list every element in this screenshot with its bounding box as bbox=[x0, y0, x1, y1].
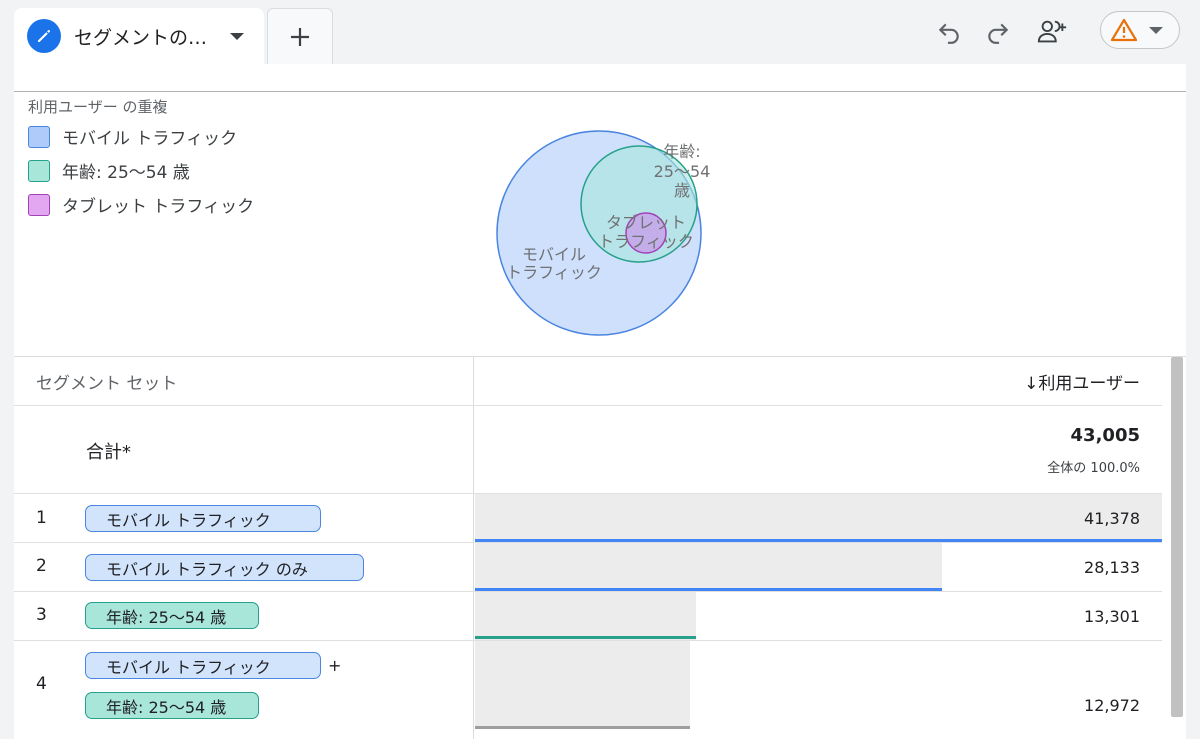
row-number: 1 bbox=[36, 508, 47, 528]
divider bbox=[14, 405, 1162, 406]
total-percent: 全体の 100.0% bbox=[1047, 461, 1140, 476]
tab-segment-overlap[interactable]: セグメントの… bbox=[14, 8, 264, 64]
warning-menu-button[interactable] bbox=[1100, 11, 1180, 49]
total-label: 合計* bbox=[86, 442, 131, 463]
value-bar-background bbox=[475, 641, 690, 729]
segment-chip-mobile[interactable]: モバイル トラフィック bbox=[85, 652, 321, 679]
value-bar bbox=[475, 636, 696, 639]
chevron-down-icon[interactable] bbox=[230, 33, 244, 40]
column-divider bbox=[473, 356, 474, 739]
tab-label: セグメントの… bbox=[74, 26, 208, 49]
row-value: 13,301 bbox=[1084, 607, 1140, 626]
redo-icon bbox=[988, 23, 1009, 44]
segment-chip-mobile[interactable]: モバイル トラフィック bbox=[85, 505, 321, 532]
venn-label-age-2: 25〜54 bbox=[654, 162, 711, 181]
segment-chip-age[interactable]: 年齢: 25〜54 歳 bbox=[85, 602, 259, 629]
segment-chip-mobile-only[interactable]: モバイル トラフィック のみ bbox=[85, 554, 364, 581]
row-value: 12,972 bbox=[1084, 696, 1140, 715]
add-tab-icon bbox=[291, 27, 309, 46]
share-user-icon bbox=[1037, 20, 1067, 43]
add-tab-button[interactable] bbox=[267, 8, 333, 64]
divider bbox=[14, 356, 1186, 357]
value-bar-background bbox=[475, 543, 942, 591]
warning-icon bbox=[1111, 18, 1137, 42]
value-bar bbox=[475, 726, 690, 729]
venn-label-mobile-1: モバイル bbox=[522, 245, 586, 264]
value-bar-background bbox=[475, 494, 1162, 542]
venn-label-age-3: 歳 bbox=[674, 181, 690, 200]
segment-chip-age[interactable]: 年齢: 25〜54 歳 bbox=[85, 692, 259, 719]
undo-button[interactable] bbox=[933, 16, 965, 48]
redo-button[interactable] bbox=[982, 16, 1014, 48]
tab-bar: セグメントの… bbox=[0, 0, 1200, 64]
scrollbar-thumb[interactable] bbox=[1171, 357, 1183, 717]
value-bar-background bbox=[475, 592, 696, 640]
row-value: 41,378 bbox=[1084, 509, 1140, 528]
venn-label-tablet-2: トラフィック bbox=[598, 232, 694, 251]
venn-label-mobile-2: トラフィック bbox=[506, 263, 602, 282]
venn-label-tablet-1: タブレット bbox=[606, 213, 686, 232]
row-number: 2 bbox=[36, 556, 47, 576]
venn-label-age-1: 年齢: bbox=[663, 142, 700, 161]
combine-plus: + bbox=[328, 656, 342, 675]
row-number: 4 bbox=[36, 674, 47, 694]
header-segment-set[interactable]: セグメント セット bbox=[36, 369, 177, 394]
row-value: 28,133 bbox=[1084, 558, 1140, 577]
header-active-users-sort[interactable]: ↓利用ユーザー bbox=[1024, 369, 1140, 394]
share-user-button[interactable] bbox=[1036, 16, 1068, 48]
venn-diagram: モバイル トラフィック 年齢: 25〜54 歳 タブレット トラフィック bbox=[496, 130, 711, 336]
pencil-icon[interactable] bbox=[27, 19, 61, 53]
exploration-card: 利用ユーザー の重複 モバイル トラフィック 年齢: 25〜54 歳 タブレット… bbox=[14, 64, 1186, 739]
row-number: 3 bbox=[36, 605, 47, 625]
undo-icon bbox=[938, 23, 959, 44]
total-value: 43,005 bbox=[1070, 425, 1140, 446]
chevron-down-icon bbox=[1149, 27, 1163, 34]
